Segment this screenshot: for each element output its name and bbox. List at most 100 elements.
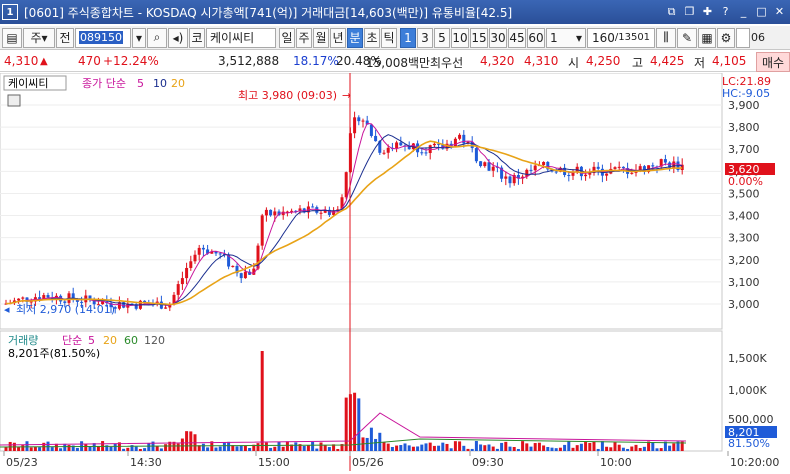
period-tab-1[interactable]: 주: [296, 27, 312, 48]
volume-bar: [584, 442, 588, 451]
volume-bar: [59, 448, 63, 451]
checkbox[interactable]: [736, 27, 750, 48]
volume-bar: [592, 442, 596, 451]
prev-button[interactable]: 전: [56, 27, 74, 48]
link-icon[interactable]: ⧉: [663, 3, 680, 20]
interval-tab-3[interactable]: 10: [451, 27, 469, 48]
chart-svg[interactable]: 3,9003,8003,7003,6003,5003,4003,3003,200…: [0, 72, 790, 471]
period-tab-3[interactable]: 년: [330, 27, 346, 48]
right-input[interactable]: 06: [751, 31, 765, 44]
volume-bar: [453, 441, 457, 451]
volume-bar: [659, 448, 663, 451]
period-tab-5[interactable]: 초: [364, 27, 380, 48]
interval-tab-5[interactable]: 30: [489, 27, 507, 48]
volume-bar: [470, 448, 474, 451]
maximize-icon[interactable]: □: [753, 3, 770, 20]
search-icon[interactable]: ⌕: [147, 27, 167, 48]
minimize-icon[interactable]: _: [735, 3, 752, 20]
interval-tab-0[interactable]: 1: [400, 27, 416, 48]
pin-icon[interactable]: ✚: [699, 3, 716, 20]
candle: [508, 176, 512, 184]
interval-input[interactable]: 1 ▾: [546, 27, 586, 48]
draw-icon[interactable]: ✎: [677, 27, 697, 48]
candle: [483, 162, 487, 167]
volume-bar: [21, 445, 25, 451]
volume-bar: [390, 446, 394, 451]
volume-bar: [600, 441, 604, 451]
period-tab-2[interactable]: 월: [313, 27, 329, 48]
candle: [638, 166, 642, 171]
grid-icon[interactable]: ▦: [698, 27, 716, 48]
volume-bar: [474, 441, 478, 451]
candle: [21, 297, 25, 299]
window-title: [0601] 주식종합차트 - KOSDAQ 시가총액[741(억)] 거래대금…: [24, 5, 513, 20]
candle: [269, 209, 273, 216]
chart-type-icon[interactable]: ▤: [2, 27, 22, 48]
volume-bar: [550, 447, 554, 451]
candle: [361, 120, 365, 122]
volume-bar: [571, 447, 575, 451]
interval-tab-1[interactable]: 3: [417, 27, 433, 48]
volume-current-pct: 81.50%: [728, 437, 770, 450]
volume-bar: [357, 398, 361, 451]
quote-bar: 4,310 ▲ 470 +12.24% 3,512,888 18.17% 20.…: [0, 52, 790, 72]
settings-icon[interactable]: ⚙: [717, 27, 735, 48]
price-name-label: 케이씨티: [8, 77, 48, 90]
volume-bar: [84, 443, 88, 451]
period-tab-6[interactable]: 틱: [381, 27, 397, 48]
volume-bar: [323, 445, 327, 451]
market-select[interactable]: 주 ▾: [23, 27, 55, 48]
candle: [479, 161, 483, 167]
buy-button[interactable]: 매수: [756, 52, 790, 72]
volume-bar: [411, 446, 415, 451]
volume-bar: [487, 444, 491, 451]
volume-bar: [588, 442, 592, 451]
volume-bar: [420, 444, 424, 451]
volume-panel: [0, 330, 723, 452]
change: 470: [78, 54, 101, 68]
count-input[interactable]: 160/13501: [587, 27, 655, 48]
candle: [38, 297, 42, 299]
candle: [273, 211, 277, 216]
volume-bar: [500, 442, 504, 451]
volume-bar: [672, 443, 676, 451]
sound-icon[interactable]: ◂): [168, 27, 188, 48]
candle: [164, 307, 168, 309]
volume-bar: [138, 448, 142, 451]
volume-bar: [315, 448, 319, 451]
x-tick-label: 05/23: [6, 456, 38, 469]
interval-tab-6[interactable]: 45: [508, 27, 526, 48]
volume-bar: [155, 446, 159, 451]
period-tab-4[interactable]: 분: [347, 27, 363, 48]
vma20-label: 20: [103, 334, 117, 347]
stock-name-field[interactable]: 케이씨티: [206, 27, 276, 48]
candle: [651, 165, 655, 167]
interval-tab-4[interactable]: 15: [470, 27, 488, 48]
volume-bar: [516, 448, 520, 451]
volume-bar: [495, 448, 499, 451]
code-input[interactable]: 089150: [75, 27, 131, 48]
candle: [201, 247, 205, 250]
period-tab-0[interactable]: 일: [279, 27, 295, 48]
volume-bar: [227, 441, 231, 451]
candle: [621, 166, 625, 169]
chart-area[interactable]: 3,9003,8003,7003,6003,5003,4003,3003,200…: [0, 72, 790, 471]
interval-tab-2[interactable]: 5: [434, 27, 450, 48]
volume-bar: [512, 447, 516, 451]
volume-bar: [630, 446, 634, 451]
candle: [420, 152, 424, 154]
interval-tab-7[interactable]: 60: [527, 27, 545, 48]
copy-icon[interactable]: ❐: [681, 3, 698, 20]
code-dropdown-icon[interactable]: ▾: [132, 27, 146, 48]
volume-bar: [449, 448, 453, 451]
x-tick-label: 10:20:00: [730, 456, 779, 469]
x-tick-label: 09:30: [472, 456, 504, 469]
volume-bar: [432, 445, 436, 451]
volume-bar: [521, 441, 525, 451]
candle-icon[interactable]: ⫼: [656, 27, 676, 48]
help-icon[interactable]: ?: [717, 3, 734, 20]
close-icon[interactable]: ✕: [771, 3, 788, 20]
table-icon[interactable]: [7, 94, 21, 107]
candle: [176, 284, 180, 295]
volume-bar: [462, 445, 466, 451]
